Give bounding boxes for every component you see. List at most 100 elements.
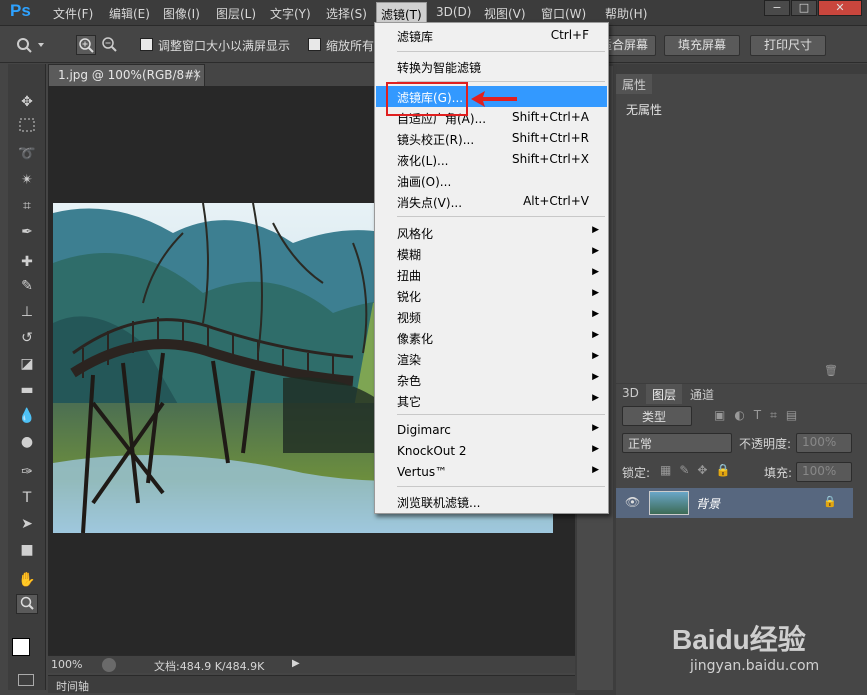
zoom-out-icon[interactable] — [100, 35, 120, 55]
menu-window[interactable]: 窗口(W) — [541, 5, 586, 22]
close-button[interactable]: ✕ — [818, 0, 862, 16]
menu-image[interactable]: 图像(I) — [163, 5, 200, 22]
type-tool-icon[interactable]: T — [16, 488, 38, 508]
filter-menu-item-vanishing-point[interactable]: 消失点(V)... Alt+Ctrl+V — [376, 191, 607, 212]
menu-view[interactable]: 视图(V) — [484, 5, 526, 22]
filter-menu-item-other[interactable]: 其它 ▶ — [376, 390, 607, 411]
properties-tab[interactable]: 属性 — [616, 74, 653, 94]
filter-menu-item-render[interactable]: 渲染 ▶ — [376, 348, 607, 369]
filter-menu-item-liquify[interactable]: 液化(L)... Shift+Ctrl+X — [376, 149, 607, 170]
close-tab-icon[interactable]: × — [192, 67, 202, 81]
submenu-arrow-icon: ▶ — [592, 330, 599, 340]
trash-icon[interactable]: 🗑 — [824, 364, 838, 377]
history-brush-tool-icon[interactable]: ↺ — [16, 328, 38, 348]
fill-input[interactable]: 100% — [796, 462, 852, 482]
filter-menu-item-browse-online[interactable]: 浏览联机滤镜... — [376, 491, 607, 512]
filter-menu-item-pixelate[interactable]: 像素化 ▶ — [376, 327, 607, 348]
menu-edit[interactable]: 编辑(E) — [109, 5, 150, 22]
gradient-tool-icon[interactable]: ▬ — [16, 380, 38, 400]
submenu-arrow-icon: ▶ — [592, 288, 599, 298]
crop-tool-icon[interactable]: ⌗ — [16, 196, 38, 216]
eyedropper-tool-icon[interactable]: ✒ — [16, 222, 38, 242]
print-size-button[interactable]: 打印尺寸 — [750, 35, 826, 56]
filter-menu-item-oil-paint[interactable]: 油画(O)... — [376, 170, 607, 191]
brush-tool-icon[interactable]: ✎ — [16, 276, 38, 296]
menu-filter[interactable]: 滤镜(T) — [376, 2, 427, 24]
tab-3d[interactable]: 3D — [616, 384, 645, 404]
menu-select[interactable]: 选择(S) — [326, 5, 367, 22]
ps-logo: Ps — [10, 1, 31, 20]
submenu-arrow-icon: ▶ — [592, 444, 599, 454]
lock-icons[interactable]: ▦✎✥🔒 — [660, 463, 738, 477]
filter-menu-item-video[interactable]: 视频 ▶ — [376, 306, 607, 327]
layer-row-background[interactable]: 👁 背景 🔒 — [616, 488, 853, 518]
zoom-tool-icon[interactable] — [16, 594, 38, 614]
status-share-icon[interactable] — [102, 658, 116, 672]
path-selection-tool-icon[interactable]: ➤ — [16, 514, 38, 534]
pen-tool-icon[interactable]: ✑ — [16, 462, 38, 482]
filter-menu-item-digimarc[interactable]: Digimarc ▶ — [376, 420, 607, 441]
magic-wand-tool-icon[interactable]: ✴ — [16, 170, 38, 190]
layer-thumbnail — [649, 491, 689, 515]
filter-menu-item-convert-smart[interactable]: 转换为智能滤镜 — [376, 56, 607, 77]
maximize-button[interactable]: □ — [791, 0, 817, 16]
menu-type[interactable]: 文字(Y) — [270, 5, 311, 22]
minimize-button[interactable]: − — [764, 0, 790, 16]
menu-separator — [397, 414, 605, 415]
menu-help[interactable]: 帮助(H) — [605, 5, 647, 22]
fill-screen-button[interactable]: 填充屏幕 — [664, 35, 740, 56]
filter-menu-item-stylize[interactable]: 风格化 ▶ — [376, 222, 607, 243]
layer-filter-icons[interactable]: ▣◐T⌗▤ — [714, 408, 806, 423]
status-menu-arrow-icon[interactable]: ▶ — [292, 658, 300, 669]
menu-item-label: KnockOut 2 — [397, 444, 467, 458]
submenu-arrow-icon: ▶ — [592, 351, 599, 361]
toolbox: ✥ ➰ ✴ ⌗ ✒ ✚ ✎ ⊥ ↺ ◪ ▬ 💧 ● ✑ T ➤ ■ ✋ — [8, 64, 46, 690]
opacity-input[interactable]: 100% — [796, 433, 852, 453]
document-tab[interactable]: 1.jpg @ 100%(RGB/8#) × — [48, 64, 205, 86]
menu-file[interactable]: 文件(F) — [53, 5, 93, 22]
foreground-color-swatch[interactable] — [12, 638, 30, 656]
layer-filter-kind-select[interactable]: 类型 — [622, 406, 692, 426]
filter-menu-item-last-filter[interactable]: 滤镜库 Ctrl+F — [376, 25, 607, 46]
clone-stamp-tool-icon[interactable]: ⊥ — [16, 302, 38, 322]
quick-mask-icon[interactable] — [18, 674, 34, 686]
filter-menu-item-blur[interactable]: 模糊 ▶ — [376, 243, 607, 264]
zoom-all-checkbox[interactable] — [308, 38, 321, 51]
layer-name[interactable]: 背景 — [696, 495, 720, 512]
layer-visibility-eye-icon[interactable]: 👁 — [625, 495, 640, 509]
document-tab-title: 1.jpg @ 100%(RGB/8#) — [58, 68, 199, 82]
submenu-arrow-icon: ▶ — [592, 309, 599, 319]
healing-brush-tool-icon[interactable]: ✚ — [16, 252, 38, 272]
annotation-highlight-box — [386, 82, 468, 116]
eraser-tool-icon[interactable]: ◪ — [16, 354, 38, 374]
blur-tool-icon[interactable]: 💧 — [16, 406, 38, 426]
blend-mode-select[interactable]: 正常 — [622, 433, 732, 453]
properties-panel: 属性 无属性 🗑 — [616, 74, 867, 383]
menu-3d[interactable]: 3D(D) — [436, 5, 471, 19]
filter-menu-item-noise[interactable]: 杂色 ▶ — [376, 369, 607, 390]
filter-menu-item-knockout[interactable]: KnockOut 2 ▶ — [376, 441, 607, 462]
marquee-tool-icon[interactable] — [16, 118, 38, 138]
lasso-tool-icon[interactable]: ➰ — [16, 144, 38, 164]
zoom-in-icon[interactable] — [76, 35, 96, 55]
move-tool-icon[interactable]: ✥ — [16, 92, 38, 112]
hand-tool-icon[interactable]: ✋ — [16, 570, 38, 590]
menu-separator — [397, 216, 605, 217]
submenu-arrow-icon: ▶ — [592, 246, 599, 256]
zoom-tool-preset-icon[interactable] — [14, 36, 44, 54]
zoom-level[interactable]: 100% — [51, 658, 82, 671]
resize-windows-checkbox[interactable] — [140, 38, 153, 51]
tab-layers[interactable]: 图层 — [646, 384, 683, 404]
tab-channels[interactable]: 通道 — [684, 384, 720, 404]
dodge-tool-icon[interactable]: ● — [16, 432, 38, 452]
menu-item-shortcut: Shift+Ctrl+X — [512, 152, 589, 166]
lock-label: 锁定: — [622, 466, 651, 480]
filter-menu-item-sharpen[interactable]: 锐化 ▶ — [376, 285, 607, 306]
layer-lock-icon: 🔒 — [823, 495, 837, 508]
timeline-panel-bar[interactable]: 时间轴 — [48, 675, 575, 693]
menu-layer[interactable]: 图层(L) — [216, 5, 256, 22]
rectangle-tool-icon[interactable]: ■ — [16, 540, 38, 560]
filter-menu-item-lens-correction[interactable]: 镜头校正(R)... Shift+Ctrl+R — [376, 128, 607, 149]
filter-menu-item-distort[interactable]: 扭曲 ▶ — [376, 264, 607, 285]
filter-menu-item-vertus[interactable]: Vertus™ ▶ — [376, 462, 607, 483]
